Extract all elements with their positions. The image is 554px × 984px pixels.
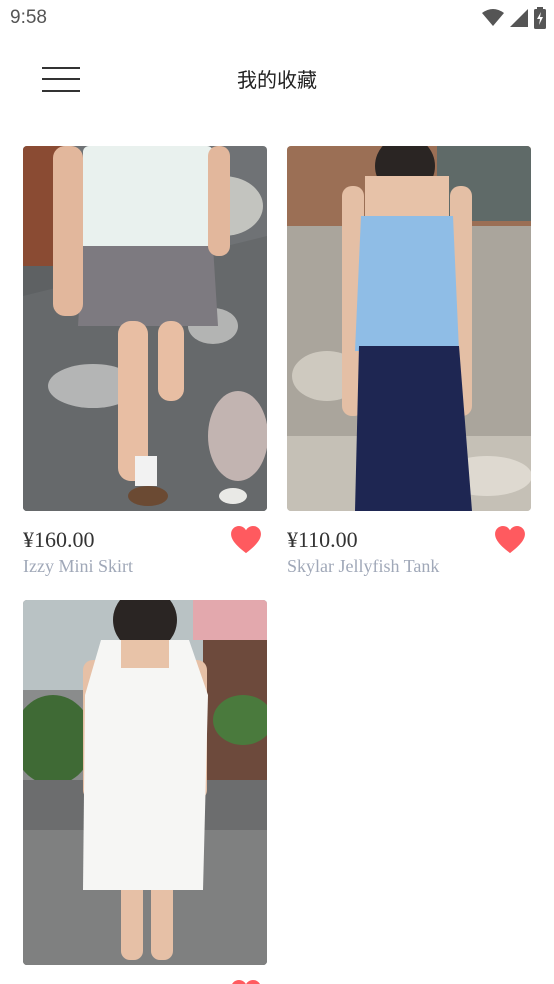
product-image[interactable] [23,146,267,511]
status-icons [482,7,546,29]
product-name[interactable]: Izzy Mini Skirt [23,556,133,577]
product-image[interactable] [287,146,531,511]
product-image[interactable] [23,600,267,965]
app-header: 我的收藏 [0,38,554,118]
heart-icon[interactable] [231,526,261,554]
page-title: 我的收藏 [237,68,317,92]
heart-icon[interactable] [231,980,261,984]
heart-icon[interactable] [495,526,525,554]
cellular-signal-icon [510,9,528,27]
product-price: ¥110.00 [287,527,358,552]
status-bar: 9:58 [0,0,554,38]
wifi-icon [482,9,504,26]
product-price: ¥160.00 [23,527,95,552]
status-time: 9:58 [10,7,47,28]
product-name[interactable]: Skylar Jellyfish Tank [287,556,439,577]
battery-charging-icon [534,7,546,29]
